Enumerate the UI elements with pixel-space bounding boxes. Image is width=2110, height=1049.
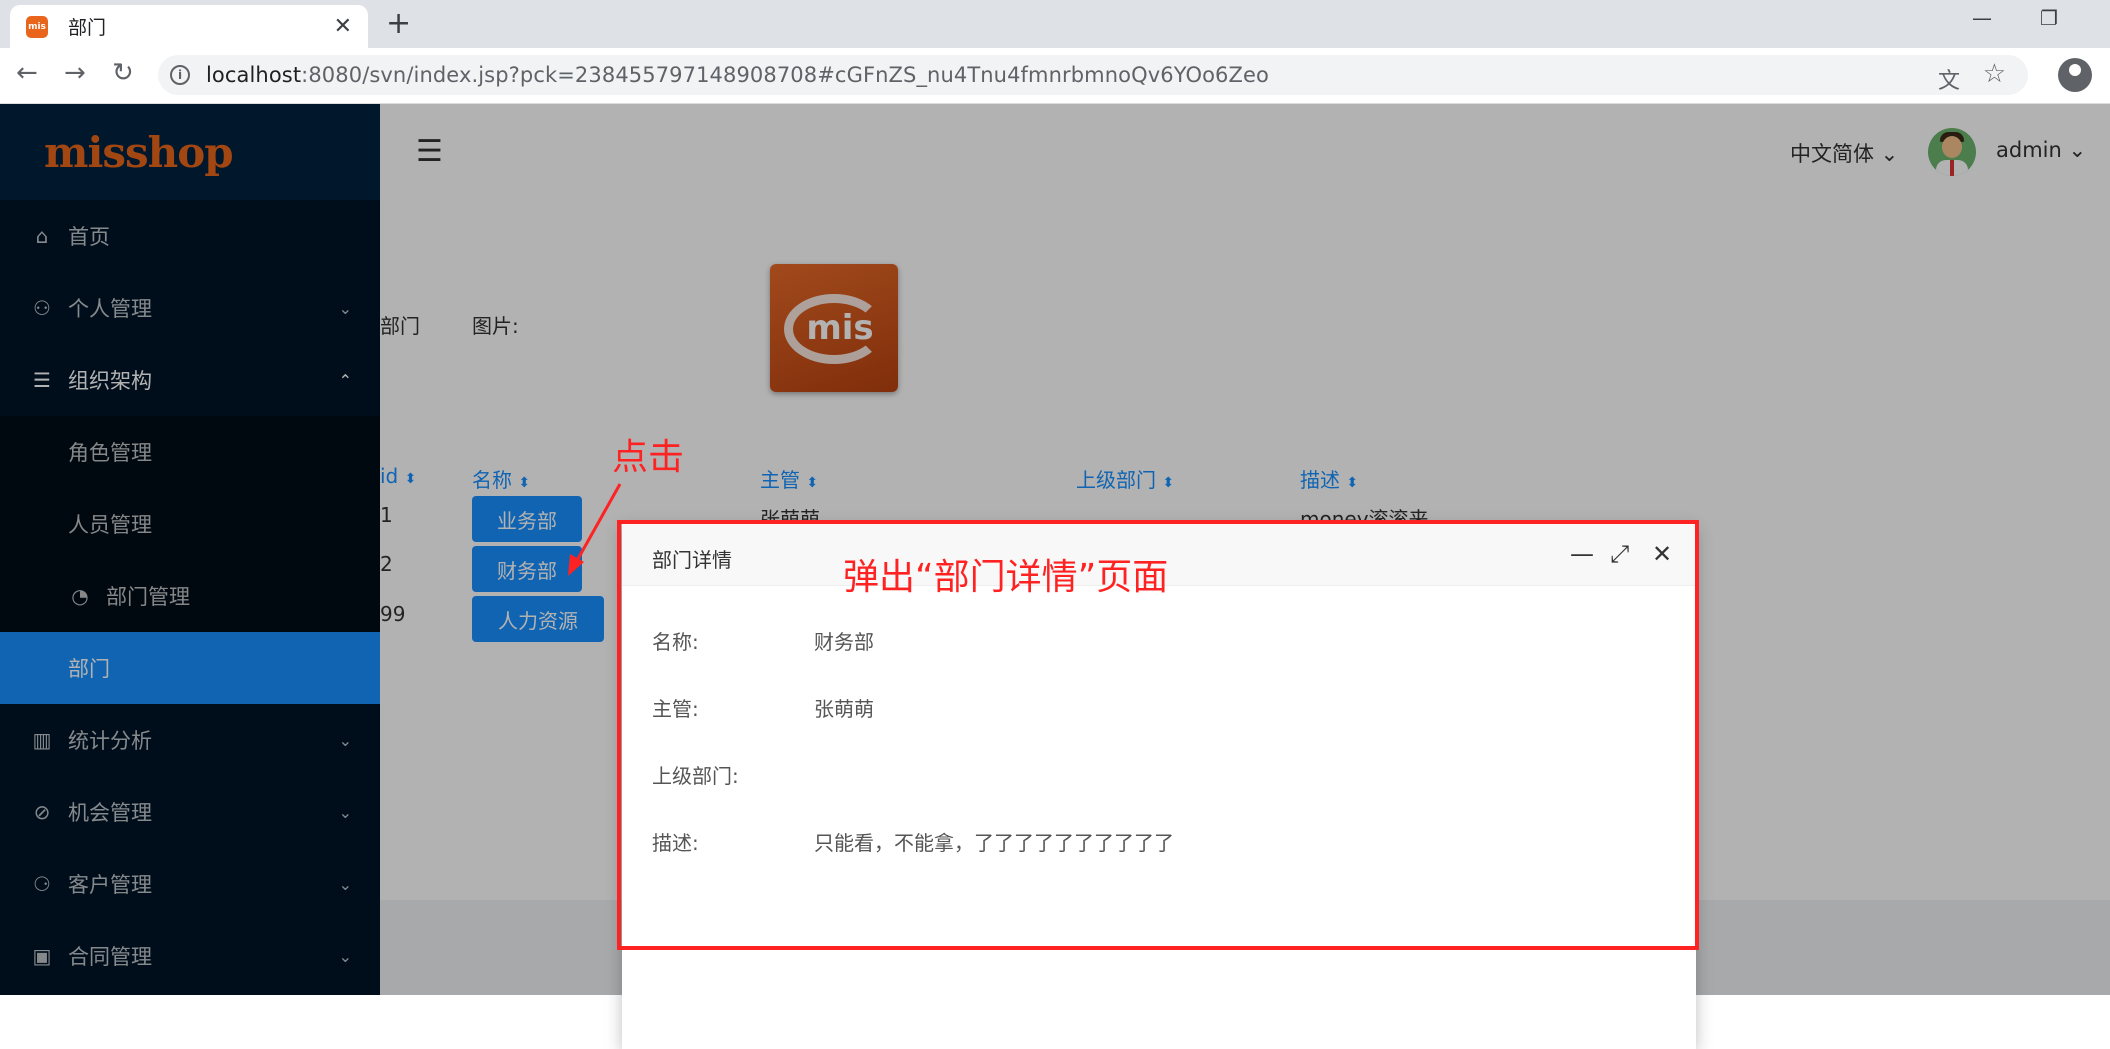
field-label-manager: 主管: <box>652 697 699 721</box>
address-bar[interactable]: i localhost:8080/svn/index.jsp?pck=23845… <box>158 55 2028 95</box>
new-tab-icon[interactable]: + <box>386 6 411 41</box>
profile-icon[interactable] <box>2058 58 2092 92</box>
annotation-click-text: 点击 <box>612 437 685 478</box>
field-label-parent: 上级部门: <box>652 764 739 788</box>
minimize-icon[interactable]: — <box>1570 540 1594 568</box>
star-icon[interactable]: ☆ <box>1983 59 2006 89</box>
field-value-description: 只能看，不能拿，了了了了了了了了了了 <box>814 831 1174 855</box>
tab-title: 部门 <box>68 17 107 39</box>
url-host: localhost <box>206 63 302 87</box>
field-value-manager: 张萌萌 <box>814 697 874 721</box>
restore-window-icon[interactable]: ❐ <box>2040 6 2058 30</box>
annotation-arrow-icon <box>568 483 622 576</box>
browser-toolbar: ← → ↻ i localhost:8080/svn/index.jsp?pck… <box>0 48 2110 104</box>
back-icon[interactable]: ← <box>16 58 38 88</box>
browser-tab[interactable]: mis 部门 ✕ <box>10 5 368 48</box>
browser-tabstrip: mis 部门 ✕ + — ❐ <box>0 0 2110 48</box>
annotation-popup-text: 弹出“部门详情”页面 <box>843 557 1169 598</box>
favicon-icon: mis <box>26 15 48 38</box>
field-label-description: 描述: <box>652 831 699 855</box>
maximize-icon[interactable]: ⤢ <box>1610 540 1629 568</box>
translate-icon[interactable]: 文 <box>1938 63 1960 95</box>
url-text[interactable]: localhost:8080/svn/index.jsp?pck=2384557… <box>206 63 1269 87</box>
close-tab-icon[interactable]: ✕ <box>334 14 352 39</box>
reload-icon[interactable]: ↻ <box>112 58 134 88</box>
field-label-name: 名称: <box>652 630 699 654</box>
modal-title: 部门详情 <box>652 548 732 572</box>
department-detail-modal: 部门详情 — ⤢ ✕ 名称: 财务部 主管: 张萌萌 上级部门: 描述: 只能看… <box>622 524 1696 1049</box>
info-icon[interactable]: i <box>170 65 190 85</box>
minimize-window-icon[interactable]: — <box>1972 6 1992 30</box>
field-value-name: 财务部 <box>814 630 874 654</box>
forward-icon[interactable]: → <box>64 58 86 88</box>
close-icon[interactable]: ✕ <box>1652 540 1672 568</box>
url-path: :8080/svn/index.jsp?pck=2384557971489087… <box>301 63 1269 87</box>
